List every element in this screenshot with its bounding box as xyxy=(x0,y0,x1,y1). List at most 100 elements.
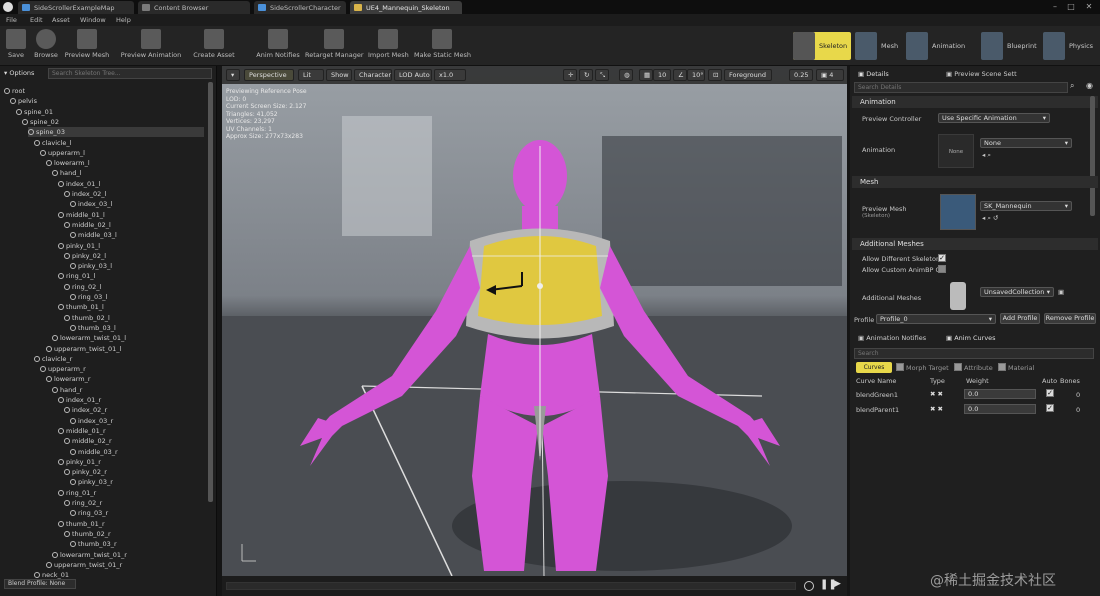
bone-row[interactable]: middle_01_l xyxy=(58,210,204,220)
perspective-button[interactable]: Perspective xyxy=(244,69,294,81)
allow-animbp-checkbox[interactable] xyxy=(938,265,946,273)
anim-notifies-button[interactable]: Anim Notifies xyxy=(256,29,300,63)
additional-meshes-dropdown[interactable]: UnsavedCollection ▾ xyxy=(980,287,1054,297)
save-collection-icon[interactable]: ▣ xyxy=(1058,288,1064,296)
bone-row[interactable]: middle_02_l xyxy=(64,220,204,230)
blend-profile-button[interactable]: Blend Profile: None xyxy=(4,579,76,589)
anim-curves-tab[interactable]: ▣ Anim Curves xyxy=(946,334,996,342)
preview-mesh-dropdown[interactable]: SK_Mannequin ▾ xyxy=(980,201,1072,211)
preview-controller-dropdown[interactable]: Use Specific Animation ▾ xyxy=(938,113,1050,123)
allow-skeletons-checkbox[interactable]: ✓ xyxy=(938,254,946,262)
grid-snap-icon[interactable]: ▦ xyxy=(639,69,653,81)
bone-row[interactable]: index_02_l xyxy=(64,189,204,199)
bone-row[interactable]: middle_02_r xyxy=(64,436,204,446)
animation-section-header[interactable]: Animation xyxy=(852,96,1098,108)
grid-snap-value[interactable]: 10 xyxy=(653,69,671,81)
bone-row[interactable]: pinky_01_l xyxy=(58,241,204,251)
bone-row[interactable]: pelvis xyxy=(10,96,204,106)
bone-row[interactable]: index_03_l xyxy=(70,199,204,209)
bone-row[interactable]: ring_01_r xyxy=(58,488,204,498)
profile-dropdown[interactable]: Profile_0 ▾ xyxy=(876,314,996,324)
details-tab[interactable]: ▣ Details xyxy=(858,68,948,80)
lod-button[interactable]: LOD Auto xyxy=(394,69,432,81)
scale-snap-icon[interactable]: ⊡ xyxy=(708,69,722,81)
show-button[interactable]: Show xyxy=(326,69,352,81)
bone-row[interactable]: spine_02 xyxy=(22,117,204,127)
animation-dropdown[interactable]: None ▾ xyxy=(980,138,1072,148)
bone-row[interactable]: thumb_02_l xyxy=(64,313,204,323)
bone-row[interactable]: hand_l xyxy=(52,168,204,178)
mode-animation-button[interactable]: Animation xyxy=(906,32,974,60)
bone-row[interactable]: ring_02_l xyxy=(64,282,204,292)
bone-row[interactable]: thumb_01_l xyxy=(58,302,204,312)
details-search-input[interactable] xyxy=(854,82,1068,93)
editor-tab-3[interactable]: UE4_Mannequin_Skeleton xyxy=(350,1,462,14)
playback-speed-button[interactable]: x1.0 xyxy=(434,69,466,81)
bone-row[interactable]: spine_01 xyxy=(16,107,204,117)
camera-speed-icon[interactable]: ▣ 4 xyxy=(816,69,844,81)
close-icon[interactable]: ✕ xyxy=(1082,2,1096,12)
bone-row[interactable]: index_03_r xyxy=(70,416,204,426)
bone-row[interactable]: upperarm_r xyxy=(40,364,204,374)
bone-row[interactable]: pinky_01_r xyxy=(58,457,204,467)
foreground-button[interactable]: Foreground xyxy=(724,69,772,81)
details-scrollbar[interactable] xyxy=(1090,96,1095,216)
bone-row[interactable]: upperarm_twist_01_l xyxy=(46,344,204,354)
morph-target-checkbox[interactable] xyxy=(896,363,904,371)
curve-auto-checkbox[interactable]: ✓ xyxy=(1046,389,1054,397)
rotate-mode-icon[interactable]: ↻ xyxy=(579,69,593,81)
curve-auto-checkbox[interactable]: ✓ xyxy=(1046,404,1054,412)
menu-edit[interactable]: Edit xyxy=(30,16,43,24)
viewport-options-button[interactable]: ▾ xyxy=(226,69,240,81)
editor-tab-1[interactable]: Content Browser xyxy=(138,1,250,14)
record-icon[interactable] xyxy=(804,581,814,591)
editor-tab-2[interactable]: SideScrollerCharacter xyxy=(254,1,346,14)
bone-row[interactable]: lowerarm_l xyxy=(46,158,204,168)
angle-snap-icon[interactable]: ∠ xyxy=(673,69,687,81)
bone-row[interactable]: upperarm_twist_01_r xyxy=(46,560,204,570)
browse-arrow-icon[interactable]: ◂ ⌕ xyxy=(982,151,991,160)
bone-row[interactable]: ring_02_r xyxy=(64,498,204,508)
maximize-icon[interactable]: □ xyxy=(1064,2,1078,12)
create-asset-button[interactable]: Create Asset xyxy=(192,29,236,63)
bone-row[interactable]: middle_03_l xyxy=(70,230,204,240)
remove-profile-button[interactable]: Remove Profile xyxy=(1044,313,1096,324)
bone-row[interactable]: root xyxy=(4,86,204,96)
bone-row[interactable]: thumb_03_r xyxy=(70,539,204,549)
menu-help[interactable]: Help xyxy=(116,16,131,24)
bone-row[interactable]: ring_03_r xyxy=(70,508,204,518)
import-mesh-button[interactable]: Import Mesh xyxy=(368,29,409,63)
animation-thumbnail[interactable]: None xyxy=(938,134,974,168)
bone-row[interactable]: thumb_01_r xyxy=(58,519,204,529)
bone-row[interactable]: lowerarm_r xyxy=(46,374,204,384)
additional-meshes-header[interactable]: Additional Meshes xyxy=(852,238,1098,250)
bone-row[interactable]: index_02_r xyxy=(64,405,204,415)
add-profile-button[interactable]: Add Profile xyxy=(1000,313,1040,324)
bone-row[interactable]: index_01_r xyxy=(58,395,204,405)
mesh-section-header[interactable]: Mesh xyxy=(852,176,1098,188)
mode-skeleton-button[interactable]: Skeleton xyxy=(793,32,851,60)
character-button[interactable]: Character xyxy=(354,69,392,81)
bone-row[interactable]: lowerarm_twist_01_l xyxy=(52,333,204,343)
retarget-manager-button[interactable]: Retarget Manager xyxy=(305,29,364,63)
lit-button[interactable]: Lit xyxy=(298,69,324,81)
curve-weight-input[interactable]: 0.0 xyxy=(964,389,1036,399)
make-static-mesh-button[interactable]: Make Static Mesh xyxy=(414,29,471,63)
animation-notifies-tab[interactable]: ▣ Animation Notifies xyxy=(858,334,926,342)
mesh-browse-icons[interactable]: ◂ ⌕ ↺ xyxy=(982,214,998,223)
options-button[interactable]: ▾ Options xyxy=(4,69,34,77)
scale-mode-icon[interactable]: ⤡ xyxy=(595,69,609,81)
bone-row[interactable]: ring_03_l xyxy=(70,292,204,302)
timeline-track[interactable] xyxy=(226,582,796,590)
attribute-checkbox[interactable] xyxy=(954,363,962,371)
bone-row[interactable]: spine_03 xyxy=(28,127,204,138)
curves-filter-toggle[interactable]: Curves xyxy=(856,362,892,373)
bone-row[interactable]: pinky_03_r xyxy=(70,477,204,487)
material-checkbox[interactable] xyxy=(998,363,1006,371)
view-options-icon[interactable]: ◉ xyxy=(1086,81,1093,90)
bone-row[interactable]: hand_r xyxy=(52,385,204,395)
preview-animation-button[interactable]: Preview Animation xyxy=(120,29,182,63)
world-space-icon[interactable]: ◍ xyxy=(619,69,633,81)
save-button[interactable]: Save xyxy=(4,29,28,63)
minimize-icon[interactable]: – xyxy=(1048,2,1062,12)
